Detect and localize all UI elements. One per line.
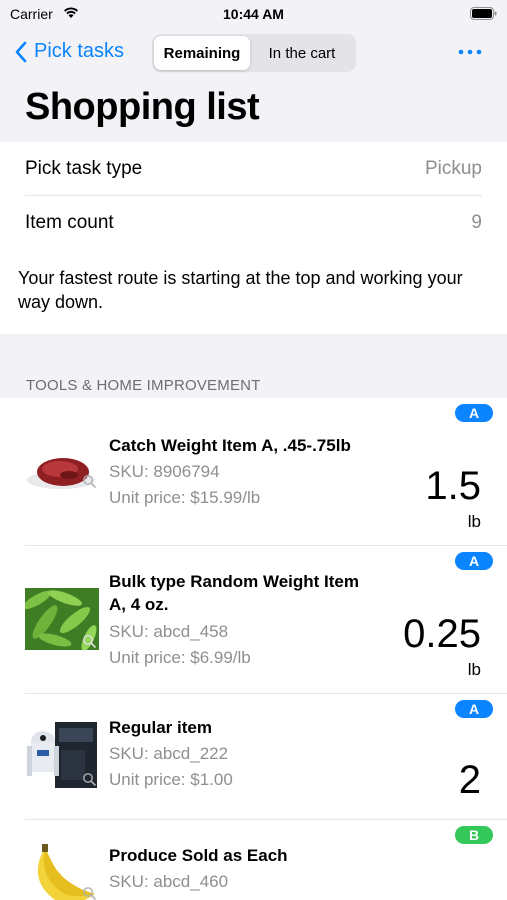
item-sku: SKU: abcd_222 bbox=[109, 744, 229, 763]
info-value: 9 bbox=[471, 212, 482, 233]
battery-icon bbox=[470, 7, 497, 20]
item-unit-price: Unit price: $6.99/lb bbox=[109, 648, 251, 667]
magnifier-icon[interactable] bbox=[82, 634, 96, 648]
back-button[interactable]: Pick tasks bbox=[14, 40, 124, 63]
status-bar: Carrier 10:44 AM bbox=[0, 0, 507, 28]
info-label: Item count bbox=[25, 212, 114, 233]
segment-in-the-cart[interactable]: In the cart bbox=[250, 36, 354, 70]
item-name: Bulk type Random Weight Item A, 4 oz. bbox=[109, 572, 359, 614]
raw-meat-image bbox=[27, 458, 95, 489]
chevron-left-icon bbox=[15, 41, 27, 62]
info-label: Pick task type bbox=[25, 157, 143, 179]
info-row-pick-task-type: Pick task type Pickup bbox=[25, 142, 482, 196]
item-unit: lb bbox=[467, 660, 481, 679]
item-unit-price: Unit price: $15.99/lb bbox=[109, 488, 261, 507]
item-name: Catch Weight Item A, .45-.75lb bbox=[109, 436, 351, 455]
item-unit: lb bbox=[467, 512, 481, 531]
item-sku: SKU: abcd_460 bbox=[109, 872, 229, 891]
task-info-card: Pick task type Pickup Item count 9 Your … bbox=[0, 142, 507, 334]
priority-badge: A bbox=[455, 404, 493, 422]
route-note: Your fastest route is starting at the to… bbox=[18, 268, 463, 312]
info-row-item-count: Item count 9 bbox=[25, 196, 482, 250]
segment-remaining[interactable]: Remaining bbox=[154, 36, 250, 70]
ellipsis-icon[interactable] bbox=[457, 46, 483, 58]
list-item[interactable]: A Catch Weight Item A, .45-.75lb SKU: 89… bbox=[0, 398, 507, 546]
item-sku: SKU: abcd_458 bbox=[109, 622, 229, 641]
item-name: Produce Sold as Each bbox=[109, 846, 288, 865]
priority-badge: B bbox=[455, 826, 493, 844]
priority-badge: A bbox=[455, 552, 493, 570]
navigation-bar: Pick tasks Remaining In the cart bbox=[0, 28, 507, 80]
item-quantity: 0.25 bbox=[403, 612, 481, 656]
item-unit-price: Unit price: $1.00 bbox=[109, 770, 233, 789]
item-quantity: 2 bbox=[458, 758, 481, 802]
magnifier-icon[interactable] bbox=[82, 474, 96, 488]
info-value: Pickup bbox=[424, 157, 482, 179]
magnifier-icon[interactable] bbox=[82, 886, 96, 900]
list-item[interactable]: A Regular item SKU: abcd_222 Unit price:… bbox=[0, 694, 507, 820]
segmented-control[interactable]: Remaining In the cart bbox=[152, 34, 356, 72]
section-header: TOOLS & HOME IMPROVEMENT bbox=[26, 377, 261, 394]
list-item[interactable]: A Bulk type Random Weight Item A, 4 oz. … bbox=[0, 546, 507, 694]
item-list: A Catch Weight Item A, .45-.75lb SKU: 89… bbox=[0, 398, 507, 900]
item-sku: SKU: 8906794 bbox=[109, 462, 220, 481]
item-name: Regular item bbox=[109, 718, 212, 737]
page-title: Shopping list bbox=[25, 86, 260, 128]
clock: 10:44 AM bbox=[223, 6, 284, 22]
item-quantity: 1.5 bbox=[425, 464, 481, 508]
list-item[interactable]: B Produce Sold as Each SKU: abcd_460 bbox=[0, 820, 507, 900]
priority-badge: A bbox=[455, 700, 493, 718]
back-button-label: Pick tasks bbox=[34, 40, 125, 62]
magnifier-icon[interactable] bbox=[82, 772, 96, 786]
